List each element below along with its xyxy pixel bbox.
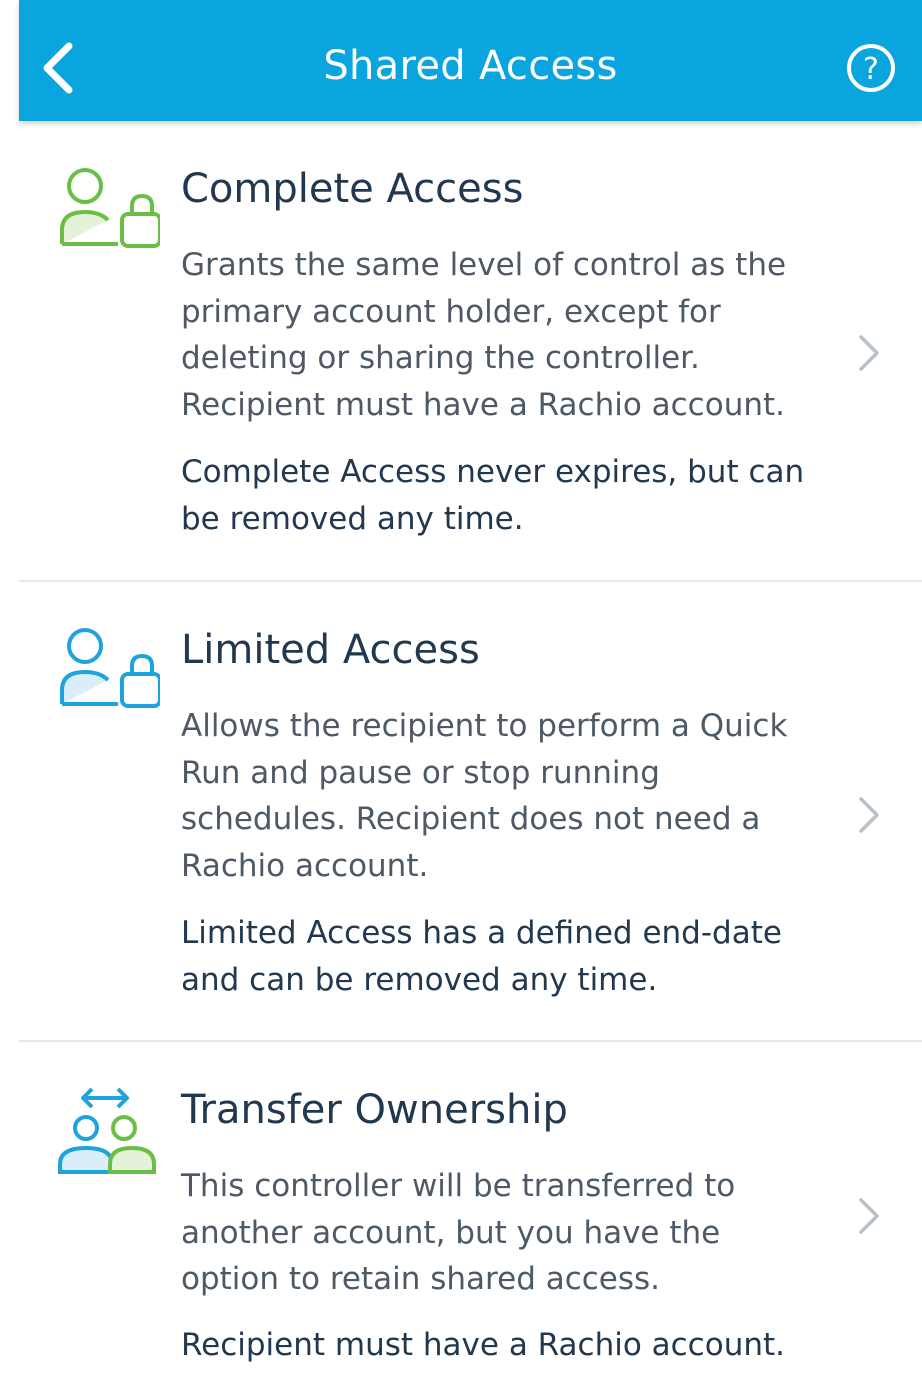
divider (19, 580, 922, 582)
option-transfer-ownership[interactable]: Transfer Ownership This controller will … (0, 1072, 922, 1379)
svg-text:?: ? (863, 52, 879, 87)
app-header: Shared Access ? (19, 0, 922, 121)
option-heading: Limited Access (181, 627, 480, 673)
transfer-users-icon (56, 1084, 160, 1174)
option-heading: Complete Access (181, 166, 524, 212)
option-description: Allows the recipient to perform a Quick … (181, 708, 788, 884)
user-lock-icon (56, 624, 162, 714)
option-note: Limited Access has a defined end-date an… (181, 915, 782, 998)
option-limited-access[interactable]: Limited Access Allows the recipient to p… (0, 612, 922, 1040)
option-note: Complete Access never expires, but can b… (181, 454, 805, 537)
option-description: This controller will be transferred to a… (181, 1168, 736, 1297)
user-lock-icon (56, 164, 162, 254)
option-description: Grants the same level of control as the … (181, 247, 787, 423)
option-note: Recipient must have a Rachio account. (181, 1327, 786, 1363)
help-button[interactable]: ? (845, 42, 897, 94)
option-heading: Transfer Ownership (181, 1087, 568, 1133)
chevron-right-icon (856, 333, 882, 373)
divider (19, 1040, 922, 1042)
option-complete-access[interactable]: Complete Access Grants the same level of… (0, 150, 922, 580)
page-title: Shared Access (323, 43, 618, 89)
question-circle-icon: ? (847, 44, 895, 92)
chevron-right-icon (856, 795, 882, 835)
chevron-right-icon (856, 1196, 882, 1236)
